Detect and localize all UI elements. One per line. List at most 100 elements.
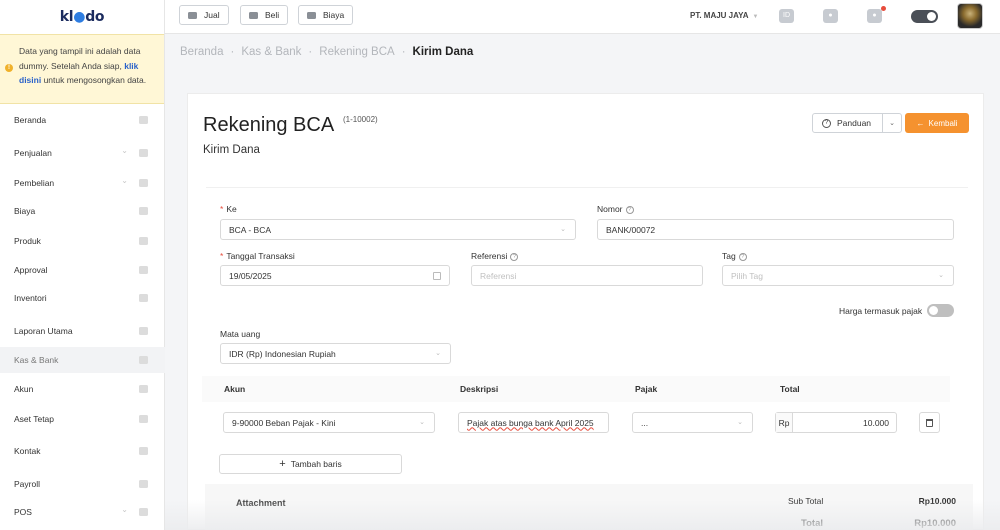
sidebar-item-label: Approval: [14, 265, 48, 275]
biaya-button[interactable]: Biaya: [298, 5, 354, 25]
breadcrumb-rekening[interactable]: Rekening BCA: [319, 46, 394, 58]
chevron-down-icon: ⌄: [435, 350, 441, 357]
breadcrumb: Beranda · Kas & Bank · Rekening BCA · Kirim…: [180, 46, 473, 58]
sidebar: kl ● do ! Data yang tampil ini adalah data…: [0, 0, 165, 530]
nomor-label: Nomor?: [597, 204, 634, 214]
kembali-button[interactable]: ← Kembali: [905, 113, 969, 133]
sidebar-item-approval[interactable]: Approval: [0, 257, 165, 283]
harga-termasuk-pajak-toggle[interactable]: [927, 304, 954, 317]
sidebar-item-aset-tetap[interactable]: Aset Tetap: [0, 406, 165, 432]
mata-uang-select[interactable]: IDR (Rp) Indonesian Rupiah ⌄: [220, 343, 451, 364]
chevron-down-icon: ⌄: [737, 419, 743, 426]
sidebar-item-label: Produk: [14, 236, 41, 246]
warning-icon: !: [5, 64, 13, 72]
biaya-label: Biaya: [323, 10, 345, 20]
dummy-data-notice: ! Data yang tampil ini adalah data dummy…: [0, 34, 164, 104]
sidebar-item-label: Akun: [14, 384, 34, 394]
mata-uang-value: IDR (Rp) Indonesian Rupiah: [229, 348, 336, 359]
tanggal-label: * Tanggal Transaksi: [220, 251, 295, 261]
harga-termasuk-pajak-label: Harga termasuk pajak: [839, 306, 923, 316]
calendar-icon: [433, 272, 441, 280]
basket-icon: [139, 149, 148, 157]
deskripsi-input[interactable]: Pajak atas bunga bank April 2025: [458, 412, 609, 433]
breadcrumb-separator: ·: [230, 46, 235, 58]
sidebar-item-label: Payroll: [14, 479, 40, 489]
sidebar-item-label: POS: [14, 507, 32, 517]
help-circle-icon: ?: [822, 118, 831, 128]
subtotal-label: Sub Total: [788, 496, 824, 506]
home-icon: [139, 116, 148, 124]
attachment-label[interactable]: Attachment: [236, 498, 286, 508]
sidebar-item-beranda[interactable]: Beranda: [0, 107, 165, 133]
tanggal-input[interactable]: 19/05/2025: [220, 265, 450, 286]
trash-icon: [926, 418, 933, 427]
bell-icon[interactable]: ●: [867, 9, 882, 23]
column-akun: Akun: [224, 384, 246, 394]
company-selector[interactable]: PT. MAJU JAYA ▼: [690, 11, 759, 20]
dollar-icon: [139, 356, 148, 364]
chart-icon: [139, 327, 148, 335]
nomor-value: BANK/00072: [606, 224, 656, 235]
tag-label: Tag?: [722, 251, 747, 261]
pajak-value: ...: [641, 417, 649, 428]
referensi-input[interactable]: Referensi: [471, 265, 703, 286]
sidebar-item-label: Inventori: [14, 293, 47, 303]
sidebar-item-label: Beranda: [14, 115, 47, 125]
main-card: Rekening BCA (1-10002) Kirim Dana ? Pandu…: [187, 93, 984, 530]
sidebar-item-laporan-utama[interactable]: Laporan Utama: [0, 318, 165, 344]
ke-select[interactable]: BCA - BCA ⌄: [220, 219, 576, 240]
sidebar-item-akun[interactable]: Akun: [0, 376, 165, 402]
sidebar-item-biaya[interactable]: Biaya: [0, 198, 165, 224]
page-subtitle: Kirim Dana: [203, 144, 260, 156]
sidebar-item-inventori[interactable]: Inventori: [0, 285, 165, 311]
total-input[interactable]: Rp 10.000: [775, 412, 897, 433]
breadcrumb-beranda[interactable]: Beranda: [180, 46, 223, 58]
sidebar-item-pos[interactable]: POS ⌄: [0, 499, 165, 525]
payroll-icon: [139, 480, 148, 488]
nomor-input[interactable]: BANK/00072: [597, 219, 954, 240]
chevron-down-icon: ⌄: [121, 176, 128, 185]
panduan-button[interactable]: ? Panduan ⌄: [812, 113, 902, 133]
akun-select[interactable]: 9-90000 Beban Pajak - Kini ⌄: [223, 412, 435, 433]
sidebar-item-kontak[interactable]: Kontak: [0, 438, 165, 464]
chevron-down-icon: ⌄: [121, 505, 128, 514]
avatar[interactable]: [957, 3, 983, 29]
contact-icon: [139, 447, 148, 455]
pajak-select[interactable]: ... ⌄: [632, 412, 753, 433]
sidebar-item-penjualan[interactable]: Penjualan ⌄: [0, 140, 165, 166]
top-bar: Jual Beli Biaya PT. MAJU JAYA ▼ ID ● ●: [165, 0, 1000, 34]
subtotal-value: Rp10.000: [918, 496, 956, 506]
tag-select[interactable]: Pilih Tag ⌄: [722, 265, 954, 286]
sidebar-item-label: Laporan Utama: [14, 326, 73, 336]
sidebar-item-kas-bank[interactable]: Kas & Bank: [0, 347, 165, 373]
id-card-icon[interactable]: ID: [779, 9, 794, 23]
clock-icon[interactable]: ●: [823, 9, 838, 23]
dark-mode-toggle[interactable]: [911, 10, 938, 23]
sidebar-item-payroll[interactable]: Payroll: [0, 471, 165, 497]
column-deskripsi: Deskripsi: [460, 384, 499, 394]
notification-dot: [881, 6, 886, 11]
jual-button[interactable]: Jual: [179, 5, 229, 25]
beli-label: Beli: [265, 10, 280, 20]
mata-uang-label: Mata uang: [220, 329, 261, 339]
beli-button[interactable]: Beli: [240, 5, 289, 25]
page-title: Rekening BCA: [203, 114, 335, 136]
bag-icon: [139, 179, 148, 187]
column-total: Total: [780, 384, 800, 394]
tag-placeholder: Pilih Tag: [731, 270, 763, 281]
check-icon: [139, 266, 148, 274]
arrow-left-icon: ←: [916, 118, 925, 128]
sidebar-item-label: Kas & Bank: [14, 355, 59, 365]
sidebar-item-label: Kontak: [14, 446, 41, 456]
account-code: (1-10002): [343, 115, 378, 124]
kledo-logo[interactable]: kl ● do: [0, 0, 164, 34]
delete-row-button[interactable]: [919, 412, 940, 433]
breadcrumb-kas-bank[interactable]: Kas & Bank: [241, 46, 301, 58]
logo-text-start: kl: [59, 9, 74, 25]
chevron-down-icon[interactable]: ⌄: [883, 119, 901, 127]
sidebar-item-produk[interactable]: Produk: [0, 228, 165, 254]
sidebar-item-label: Biaya: [14, 206, 36, 216]
tanggal-value: 19/05/2025: [229, 270, 272, 281]
add-row-button[interactable]: + Tambah baris: [219, 454, 402, 474]
sidebar-item-pembelian[interactable]: Pembelian ⌄: [0, 170, 165, 196]
